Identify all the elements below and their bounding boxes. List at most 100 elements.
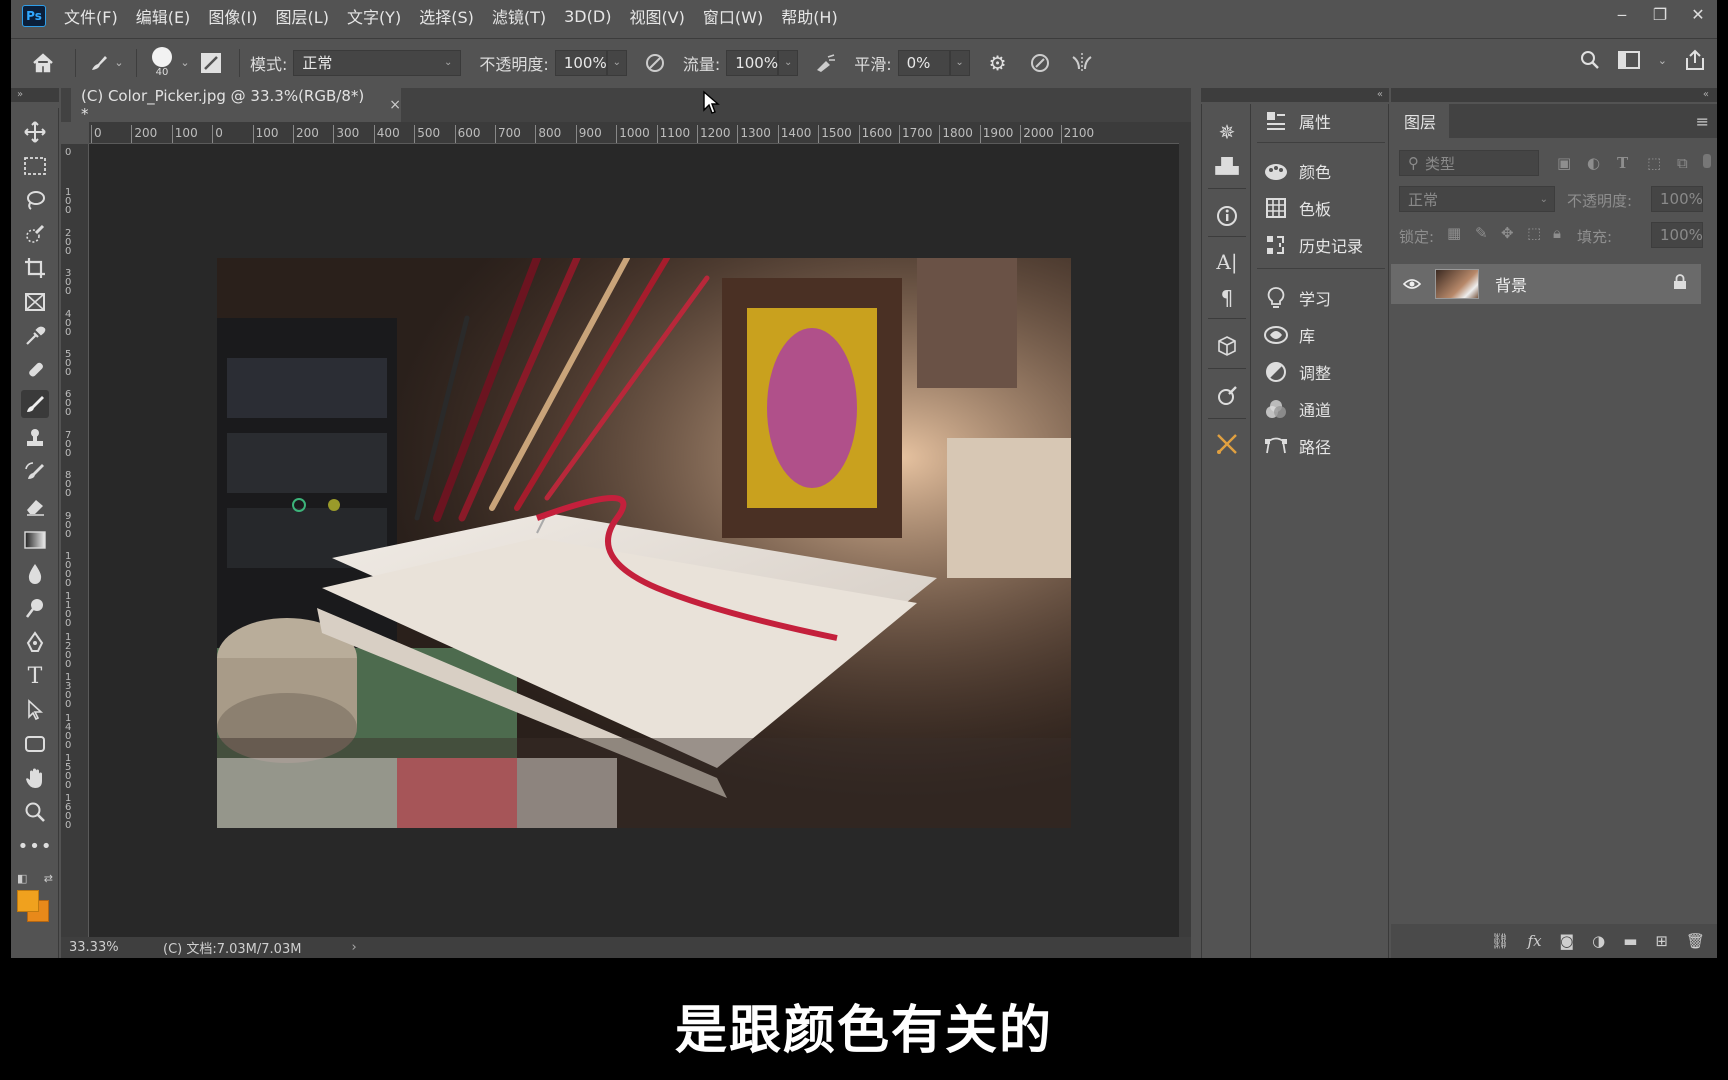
menu-view[interactable]: 视图(V) <box>629 4 684 28</box>
minimize-button[interactable]: ‒ <box>1603 0 1641 28</box>
chevron-down-icon[interactable]: ⌄ <box>177 56 193 69</box>
close-button[interactable]: ✕ <box>1679 0 1717 28</box>
dodge-tool-icon[interactable] <box>21 594 49 622</box>
workspace-icon[interactable] <box>1617 51 1640 69</box>
new-layer-icon[interactable]: ⊞ <box>1655 932 1668 950</box>
lock-icon[interactable] <box>1673 274 1687 294</box>
link-layers-icon[interactable]: ⛓ <box>1490 932 1509 950</box>
swap-colors-icon[interactable]: ⇄ <box>44 872 53 886</box>
lock-artboard-icon[interactable]: ⬚ <box>1527 224 1541 242</box>
histogram-icon[interactable]: ▟▙ <box>1213 152 1241 180</box>
layer-blend-mode-select[interactable]: 正常 ⌄ <box>1399 186 1555 212</box>
more-tools-icon[interactable]: ••• <box>18 832 52 860</box>
menu-type[interactable]: 文字(Y) <box>347 4 401 28</box>
menu-image[interactable]: 图像(I) <box>208 4 257 28</box>
panel-adjustments[interactable]: 调整 <box>1263 357 1383 387</box>
lock-all-icon[interactable]: 🔒︎ <box>1553 224 1561 242</box>
brush-settings-icon[interactable] <box>1213 382 1241 410</box>
lasso-tool-icon[interactable] <box>21 186 49 214</box>
layers-tab[interactable]: 图层 <box>1391 104 1449 138</box>
lock-image-icon[interactable]: ✎ <box>1475 224 1488 242</box>
brush-tool-icon[interactable] <box>21 390 49 418</box>
add-mask-icon[interactable]: ◙ <box>1560 932 1575 950</box>
menu-3d[interactable]: 3D(D) <box>564 7 611 26</box>
symmetry-icon[interactable] <box>1068 52 1096 74</box>
search-icon[interactable] <box>1580 50 1600 70</box>
panel-libraries[interactable]: 库 <box>1263 320 1383 350</box>
pressure-size-icon[interactable] <box>1026 52 1054 74</box>
pen-tool-icon[interactable] <box>21 628 49 656</box>
menu-edit[interactable]: 编辑(E) <box>136 4 191 28</box>
menu-file[interactable]: 文件(F) <box>64 4 118 28</box>
move-tool-icon[interactable] <box>21 118 49 146</box>
tool-presets-icon[interactable] <box>1213 430 1241 458</box>
frame-tool-icon[interactable] <box>21 288 49 316</box>
filter-toggle[interactable] <box>1703 154 1711 168</box>
fx-icon[interactable]: fx <box>1528 932 1542 950</box>
chevron-right-icon[interactable]: › <box>351 940 356 955</box>
zoom-level[interactable]: 33.33% <box>69 940 153 955</box>
panel-properties[interactable]: 属性 <box>1263 106 1383 136</box>
flow-input[interactable]: 100% <box>726 49 779 76</box>
eraser-tool-icon[interactable] <box>21 492 49 520</box>
panel-history[interactable]: 历史记录 <box>1263 230 1383 260</box>
blend-mode-select[interactable]: 正常 ⌄ <box>293 49 462 76</box>
brush-preset-icon[interactable] <box>86 53 112 73</box>
rectangle-tool-icon[interactable] <box>21 730 49 758</box>
eye-visibility-icon[interactable] <box>1402 275 1423 294</box>
menu-select[interactable]: 选择(S) <box>419 4 474 28</box>
fill-input[interactable]: 100% <box>1651 222 1703 248</box>
toolbar-collapse-strip[interactable]: » <box>11 88 59 102</box>
chevron-down-icon[interactable]: ⌄ <box>112 56 126 69</box>
quick-selection-tool-icon[interactable] <box>21 220 49 248</box>
marquee-tool-icon[interactable] <box>21 152 49 180</box>
menu-layer[interactable]: 图层(L) <box>276 4 329 28</box>
document-tab[interactable]: (C) Color_Picker.jpg @ 33.3%(RGB/8*) * × <box>71 87 401 123</box>
layer-row[interactable]: 背景 <box>1391 264 1701 304</box>
panel-menu-icon[interactable]: ≡ <box>1696 112 1709 131</box>
menu-help[interactable]: 帮助(H) <box>781 4 838 28</box>
brush-size-picker[interactable]: 40 <box>147 47 177 78</box>
navigator-sun-icon[interactable]: ✵ <box>1213 118 1241 146</box>
blur-tool-icon[interactable] <box>21 560 49 588</box>
smoothing-input[interactable]: 0% <box>897 49 950 76</box>
clone-stamp-tool-icon[interactable] <box>21 424 49 452</box>
healing-brush-tool-icon[interactable] <box>21 356 49 384</box>
chevron-down-icon[interactable]: ⌄ <box>1658 54 1667 67</box>
dock-collapse-strip[interactable]: « <box>1201 88 1389 102</box>
opacity-dropdown[interactable]: ⌄ <box>606 49 627 76</box>
flow-dropdown[interactable]: ⌄ <box>778 49 799 76</box>
filter-pixel-icon[interactable]: ▣ <box>1557 154 1571 172</box>
3d-cube-icon[interactable] <box>1213 332 1241 360</box>
panel-paths[interactable]: 路径 <box>1263 431 1383 461</box>
home-icon[interactable] <box>21 52 65 73</box>
vertical-scrollbar[interactable] <box>1179 122 1191 937</box>
gradient-tool-icon[interactable] <box>21 526 49 554</box>
opacity-input[interactable]: 100% <box>554 49 607 76</box>
airbrush-icon[interactable] <box>812 52 840 74</box>
restore-button[interactable]: ❐ <box>1641 0 1679 28</box>
default-colors-icon[interactable]: ◧ <box>17 872 27 886</box>
panel-swatches[interactable]: 色板 <box>1263 193 1383 223</box>
filter-type-icon[interactable]: T <box>1617 154 1628 172</box>
menu-filter[interactable]: 滤镜(T) <box>492 4 546 28</box>
smoothing-dropdown[interactable]: ⌄ <box>949 49 970 76</box>
menu-window[interactable]: 窗口(W) <box>703 4 763 28</box>
layer-opacity-input[interactable]: 100% <box>1651 186 1703 212</box>
delete-layer-icon[interactable]: 🗑︎ <box>1686 932 1705 950</box>
crop-tool-icon[interactable] <box>21 254 49 282</box>
brush-settings-panel-icon[interactable] <box>193 52 229 74</box>
character-panel-icon[interactable]: A| <box>1213 248 1241 276</box>
paragraph-icon[interactable]: ¶ <box>1213 284 1241 312</box>
new-group-icon[interactable]: ▬ <box>1623 932 1637 950</box>
gear-icon[interactable]: ⚙ <box>984 51 1012 75</box>
type-tool-icon[interactable]: T <box>21 662 49 690</box>
eyedropper-tool-icon[interactable] <box>21 322 49 350</box>
filter-smart-object-icon[interactable]: ⧉ <box>1677 154 1688 172</box>
layer-name[interactable]: 背景 <box>1495 272 1673 296</box>
panel-learn[interactable]: 学习 <box>1263 283 1383 313</box>
filter-shape-icon[interactable]: ⬚ <box>1647 154 1661 172</box>
canvas-area[interactable] <box>89 144 1179 937</box>
info-icon[interactable] <box>1213 202 1241 230</box>
filter-adjustment-icon[interactable]: ◐ <box>1587 154 1600 172</box>
